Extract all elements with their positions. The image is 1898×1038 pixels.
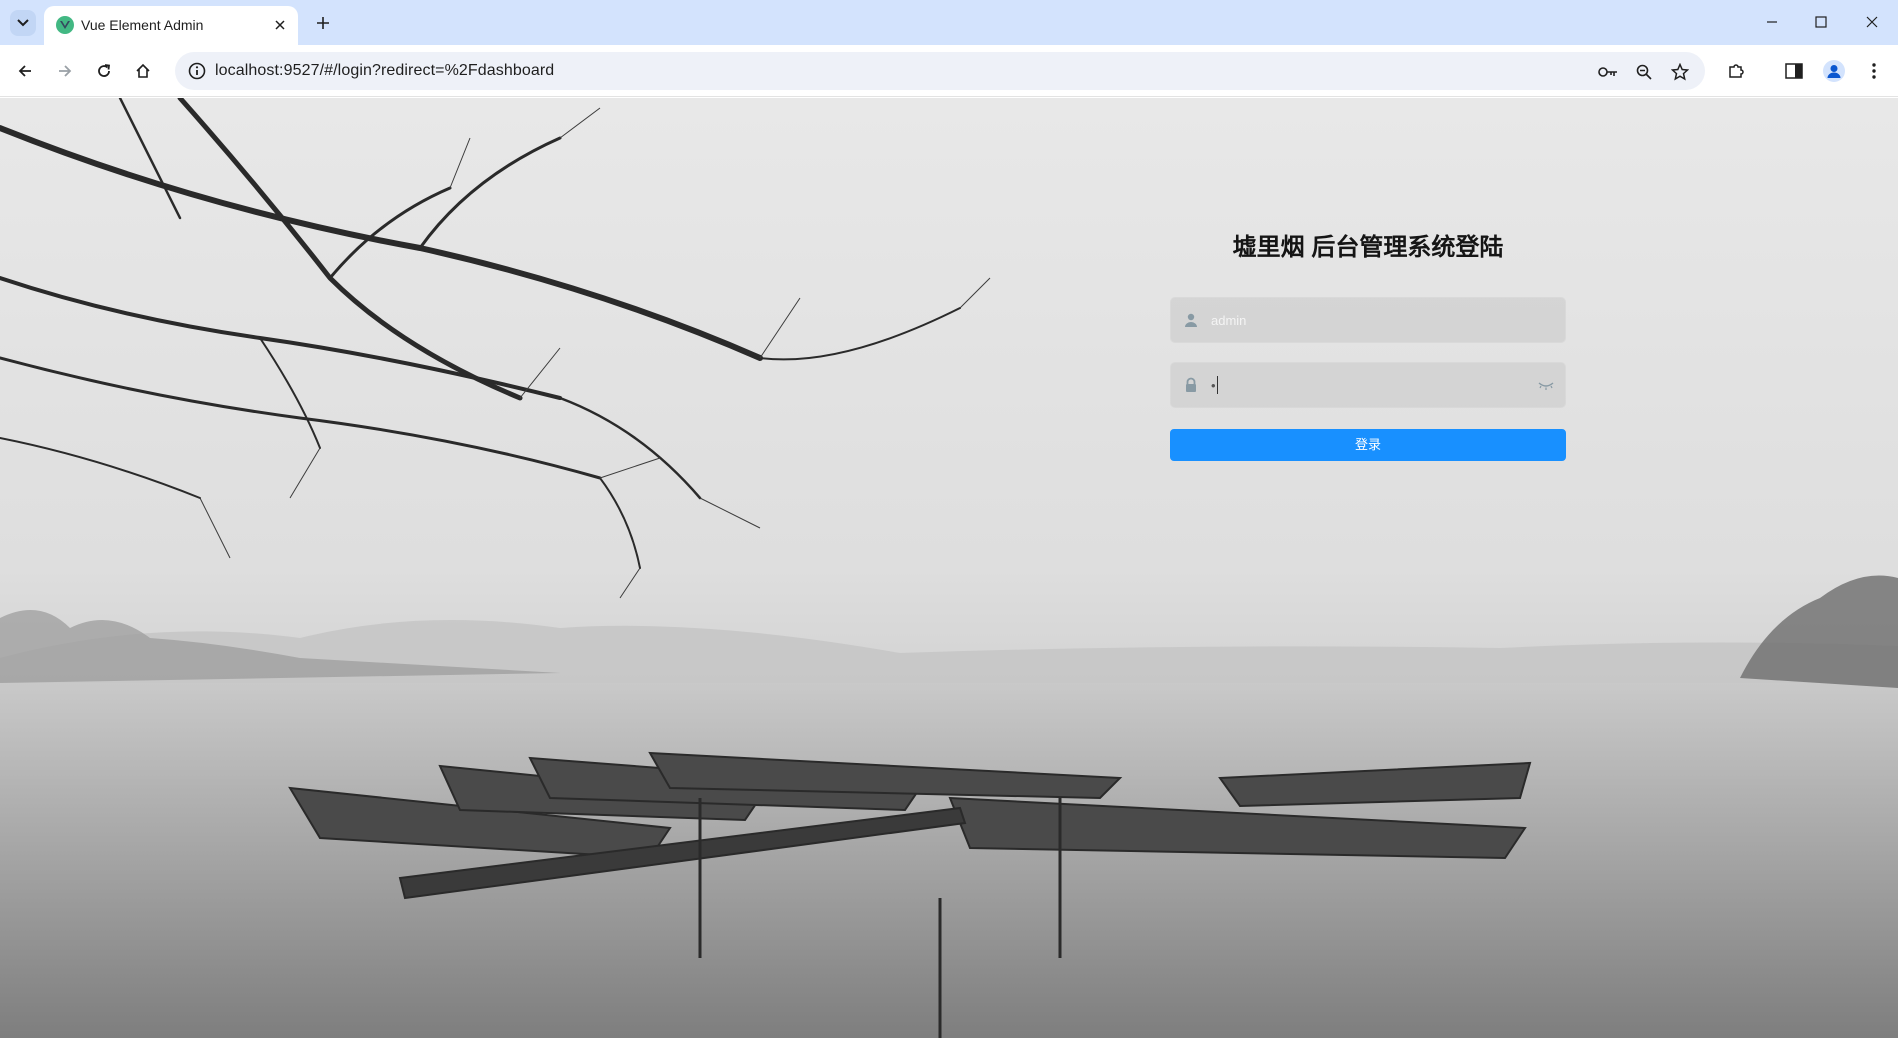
minimize-button[interactable] (1757, 8, 1787, 36)
lake-background-image (0, 98, 1898, 1038)
username-field[interactable]: admin (1170, 297, 1566, 343)
arrow-left-icon (18, 65, 31, 77)
tab-title: Vue Element Admin (81, 17, 204, 33)
chevron-down-icon (17, 19, 29, 27)
user-icon (1185, 313, 1197, 327)
browser-toolbar: localhost:9527/#/login?redirect=%2Fdashb… (0, 45, 1898, 97)
browser-tab-active[interactable]: Vue Element Admin (44, 6, 298, 45)
home-icon (136, 63, 150, 78)
address-bar[interactable]: localhost:9527/#/login?redirect=%2Fdashb… (175, 52, 1705, 90)
vue-logo-icon (56, 16, 74, 34)
maximize-button[interactable] (1806, 8, 1836, 36)
url-text[interactable]: localhost:9527/#/login?redirect=%2Fdashb… (215, 62, 554, 80)
zoom-icon (1636, 64, 1652, 80)
password-manager-button[interactable] (1597, 61, 1619, 83)
maximize-icon (1815, 16, 1827, 28)
arrow-right-icon (59, 65, 72, 77)
tab-search-button[interactable] (10, 10, 36, 36)
site-info-icon[interactable] (187, 61, 207, 81)
bookmark-button[interactable] (1669, 61, 1691, 83)
login-title: 墟里烟 后台管理系统登陆 (1232, 234, 1504, 261)
reload-icon (98, 64, 111, 77)
eye-closed-icon[interactable] (1537, 378, 1555, 392)
username-placeholder: admin (1211, 313, 1247, 328)
puzzle-icon (1729, 64, 1744, 78)
avatar-icon (1823, 60, 1845, 82)
close-window-button[interactable] (1857, 8, 1887, 36)
plus-icon (317, 17, 329, 29)
back-button[interactable] (11, 57, 39, 85)
reload-button[interactable] (90, 57, 118, 85)
new-tab-button[interactable] (310, 10, 336, 36)
tab-close-button[interactable] (270, 15, 290, 35)
close-icon (1866, 16, 1878, 28)
more-vert-icon (1872, 63, 1876, 79)
browser-menu-button[interactable] (1860, 57, 1888, 85)
star-icon (1671, 63, 1689, 81)
password-value: • (1211, 378, 1216, 393)
profile-button[interactable] (1820, 57, 1848, 85)
side-panel-icon (1785, 63, 1803, 79)
side-panel-button[interactable] (1780, 57, 1808, 85)
zoom-button[interactable] (1633, 61, 1655, 83)
page-viewport: 墟里烟 后台管理系统登陆 admin • 登录 (0, 98, 1898, 1038)
lock-icon (1186, 377, 1196, 392)
extensions-button[interactable] (1722, 57, 1750, 85)
browser-titlebar: Vue Element Admin (0, 0, 1898, 45)
home-button[interactable] (129, 57, 157, 85)
text-caret (1217, 376, 1218, 394)
login-form: 墟里烟 后台管理系统登陆 admin • 登录 (1170, 228, 1566, 461)
key-icon (1598, 67, 1617, 77)
forward-button[interactable] (51, 57, 79, 85)
password-field[interactable]: • (1170, 362, 1566, 408)
close-icon (275, 20, 285, 30)
minimize-icon (1767, 21, 1777, 23)
login-button[interactable]: 登录 (1170, 429, 1566, 461)
